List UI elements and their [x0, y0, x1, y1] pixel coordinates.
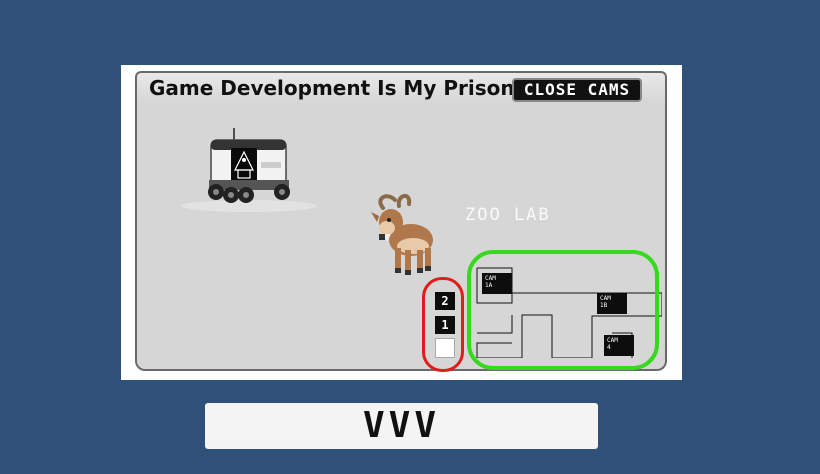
camera-map-highlight	[467, 250, 659, 370]
game-title: Game Development Is My Prison	[149, 76, 515, 100]
floor-selector-highlight	[422, 277, 464, 372]
room-label: ZOO LAB	[465, 205, 551, 225]
code-input-panel[interactable]: VVV	[205, 403, 598, 449]
goat-sprite	[371, 194, 433, 275]
delivery-robot-sprite	[181, 128, 317, 212]
close-cams-button[interactable]: CLOSE CAMS	[512, 78, 642, 102]
monitor-title-bar: Game Development Is My Prison CLOSE CAMS	[135, 71, 667, 103]
camera-feed: ZOO LAB 2 1 CAM 1A CAM 1B CAM 4	[135, 103, 667, 372]
code-display: VVV	[362, 405, 441, 446]
camera-monitor: Game Development Is My Prison CLOSE CAMS	[121, 65, 682, 380]
